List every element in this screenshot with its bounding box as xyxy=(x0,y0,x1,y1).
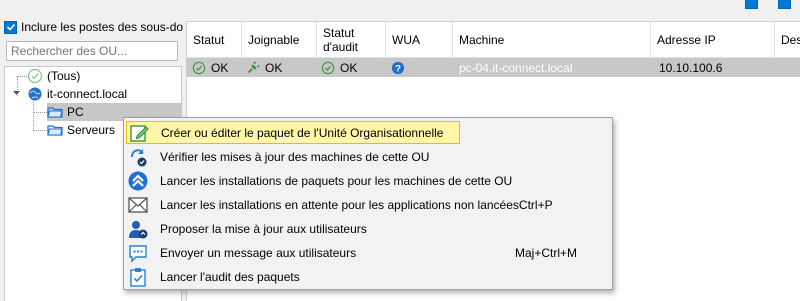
check-circle-icon xyxy=(321,61,335,74)
cell-statut-text: OK xyxy=(211,60,229,75)
tree-item-serveurs-label: Serveurs xyxy=(67,123,116,137)
table-row[interactable]: OK OK OK ? pc-04.it-connect.local 10.10.… xyxy=(187,58,800,77)
menu-item-install-pending[interactable]: Lancer les installations en attente pour… xyxy=(126,193,610,216)
chat-bubble-icon xyxy=(128,243,148,263)
cell-wua: ? xyxy=(391,58,410,77)
plug-icon xyxy=(248,60,260,73)
collapse-icon[interactable] xyxy=(12,89,21,98)
menu-item-label: Créer ou éditer le paquet de l'Unité Org… xyxy=(161,125,444,140)
pencil-edit-icon xyxy=(129,123,149,143)
checkbox-checked-icon xyxy=(4,20,17,34)
menu-item-label: Lancer les installations de paquets pour… xyxy=(160,173,513,188)
column-header-ip[interactable]: Adresse IP xyxy=(651,22,775,58)
top-checkbox-1[interactable] xyxy=(745,0,761,9)
tree-item-all-label: (Tous) xyxy=(47,69,81,83)
double-chevron-up-icon xyxy=(128,171,148,191)
menu-item-label: Envoyer un message aux utilisateurs xyxy=(160,245,357,260)
menu-item-send-message[interactable]: Envoyer un message aux utilisateurs Maj+… xyxy=(126,241,610,264)
tree-item-pc-label: PC xyxy=(67,105,84,119)
column-header-wua[interactable]: WUA xyxy=(386,22,453,58)
menu-item-edit-ou-package[interactable]: Créer ou éditer le paquet de l'Unité Org… xyxy=(126,121,460,144)
svg-text:?: ? xyxy=(395,63,401,74)
tree-item-all[interactable]: (Tous) xyxy=(27,67,80,85)
refresh-check-icon xyxy=(128,147,148,167)
tree-item-domain-label: it-connect.local xyxy=(47,87,128,101)
menu-item-label: Lancer les installations en attente pour… xyxy=(160,197,519,212)
folder-icon xyxy=(47,104,63,120)
clipboard-check-icon xyxy=(128,267,148,287)
column-header-machine[interactable]: Machine xyxy=(453,22,651,58)
tree-item-domain[interactable]: it-connect.local xyxy=(27,85,127,103)
cell-audit-text: OK xyxy=(340,60,358,75)
question-circle-icon: ? xyxy=(391,61,405,74)
cell-joignable-text: OK xyxy=(265,60,283,75)
menu-item-label: Lancer l'audit des paquets xyxy=(160,269,300,284)
top-checkbox-2[interactable] xyxy=(778,0,794,9)
check-circle-icon xyxy=(192,61,206,74)
column-header-audit[interactable]: Statut d'audit xyxy=(317,22,386,58)
menu-item-propose-upgrade[interactable]: Proposer la mise à jour aux utilisateurs xyxy=(126,217,610,240)
check-circle-icon xyxy=(27,68,43,84)
menu-item-install-packages[interactable]: Lancer les installations de paquets pour… xyxy=(126,169,610,192)
envelope-icon xyxy=(128,195,148,215)
menu-item-package-audit[interactable]: Lancer l'audit des paquets xyxy=(126,265,610,288)
include-subdomains-label: Inclure les postes des sous-do xyxy=(21,20,184,34)
user-upgrade-icon xyxy=(128,219,148,239)
cell-audit: OK xyxy=(321,58,357,77)
folder-icon xyxy=(47,122,63,138)
cell-joignable: OK xyxy=(246,58,282,77)
column-header-joignable[interactable]: Joignable xyxy=(242,22,317,58)
context-menu: Créer ou éditer le paquet de l'Unité Org… xyxy=(123,117,613,290)
menu-item-label: Proposer la mise à jour aux utilisateurs xyxy=(160,221,367,236)
globe-domain-icon xyxy=(27,86,43,102)
menu-item-check-updates[interactable]: Vérifier les mises à jour des machines d… xyxy=(126,145,610,168)
menu-item-label: Vérifier les mises à jour des machines d… xyxy=(160,149,430,164)
cell-machine: pc-04.it-connect.local xyxy=(459,60,573,75)
menu-item-shortcut: Maj+Ctrl+M xyxy=(515,245,578,260)
include-subdomains-checkbox[interactable]: Inclure les postes des sous-do xyxy=(4,20,183,34)
tree-item-serveurs[interactable]: Serveurs xyxy=(47,121,115,139)
menu-item-shortcut: Ctrl+P xyxy=(518,197,553,212)
ou-search-input[interactable] xyxy=(6,41,178,61)
cell-statut: OK xyxy=(192,58,228,77)
column-header-description[interactable]: Des xyxy=(775,22,800,58)
cell-ip: 10.10.100.6 xyxy=(659,60,723,75)
column-header-statut[interactable]: Statut xyxy=(187,22,242,58)
